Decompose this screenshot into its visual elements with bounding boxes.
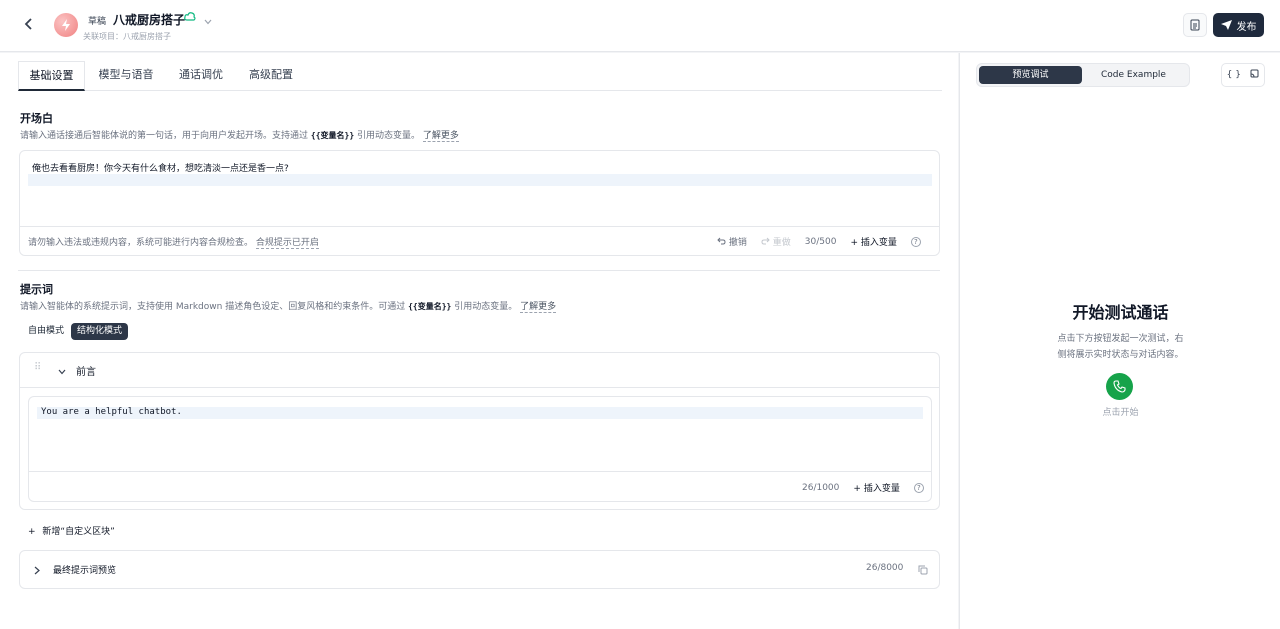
start-test-heading: 开始测试通话	[1072, 303, 1169, 322]
opening-description: 请输入通话接通后智能体说的第一句话，用于向用户发起开场。支持通过 {{变量名}}…	[20, 128, 459, 142]
undo-label: 撤销	[728, 238, 747, 248]
block-editor[interactable]: You are a helpful chatbot. 26/1000 + 插入变…	[28, 396, 932, 502]
block-text[interactable]: You are a helpful chatbot.	[41, 407, 182, 417]
preview-panel: 预览调试 Code Example { } 开始测试通话 点击下方按钮发起一次测…	[959, 53, 1280, 629]
code-braces-icon[interactable]: { }	[1227, 70, 1241, 80]
start-call-button[interactable]	[1106, 373, 1133, 400]
settings-panel: 基础设置 模型与语音 通话调优 高级配置 开场白 请输入通话接通后智能体说的第一…	[0, 53, 958, 629]
start-test-desc-2: 侧将展示实时状态与对话内容。	[1057, 350, 1184, 360]
undo-icon	[717, 237, 726, 245]
project-subtitle: 关联项目：八戒厨房搭子	[83, 32, 171, 41]
compliance-link[interactable]: 合规提示已开启	[255, 238, 319, 249]
back-icon[interactable]	[20, 16, 38, 36]
divider	[20, 226, 939, 227]
insert-variable-label: 插入变量	[863, 484, 900, 494]
send-icon	[1220, 20, 1232, 30]
var-syntax: {{变量名}}	[408, 302, 452, 311]
undo-button[interactable]: 撤销	[717, 235, 747, 248]
mode-structured[interactable]: 结构化模式	[71, 323, 129, 340]
opening-learn-more-link[interactable]: 了解更多	[422, 131, 459, 142]
opening-text[interactable]: 俺也去看看厨房！你今天有什么食材，想吃清淡一点还是香一点?	[32, 161, 289, 174]
prompt-desc-suffix: 引用动态变量。	[454, 302, 518, 312]
opening-desc-text: 请输入通话接通后智能体说的第一句话，用于向用户发起开场。支持通过	[20, 131, 309, 141]
copy-icon[interactable]	[918, 564, 928, 578]
publish-label: 发布	[1236, 21, 1257, 33]
compliance-note: 请勿输入违法或违规内容，系统可能进行内容合规检查。 合规提示已开启	[28, 235, 319, 249]
add-custom-block-button[interactable]: + 新增“自定义区块”	[28, 524, 115, 537]
opening-editor[interactable]: 俺也去看看厨房！你今天有什么食材，想吃清淡一点还是香一点? 请勿输入违法或违规内…	[19, 150, 940, 256]
prompt-block: ⠿ 前言 You are a helpful chatbot. 26/1000 …	[19, 352, 940, 510]
add-custom-block-label: 新增“自定义区块”	[42, 527, 115, 537]
tab-basic-settings[interactable]: 基础设置	[18, 61, 85, 91]
tab-call-tuning[interactable]: 通话调优	[168, 61, 234, 91]
insert-variable-label: 插入变量	[860, 238, 897, 248]
section-divider	[18, 270, 940, 271]
agent-title: 八戒厨房搭子	[113, 13, 186, 27]
panel-actions: { }	[1221, 63, 1265, 87]
plus-icon: +	[850, 238, 858, 248]
compliance-note-text: 请勿输入违法或违规内容，系统可能进行内容合规检查。	[28, 238, 254, 248]
opening-title: 开场白	[20, 112, 53, 125]
line-highlight	[28, 174, 932, 186]
prompt-desc-text: 请输入智能体的系统提示词，支持使用 Markdown 描述角色设定、回复风格和约…	[20, 302, 406, 312]
redo-button[interactable]: 重做	[761, 235, 791, 248]
draft-badge: 草稿	[88, 17, 107, 27]
mode-free[interactable]: 自由模式	[22, 323, 70, 340]
tab-code-example[interactable]: Code Example	[1082, 66, 1185, 84]
divider	[29, 471, 931, 472]
preview-title: 最终提示词预览	[53, 566, 117, 576]
redo-icon	[761, 237, 770, 245]
document-icon	[1190, 19, 1200, 31]
start-test-desc-1: 点击下方按钮发起一次测试，右	[1057, 334, 1184, 344]
final-prompt-preview[interactable]: 最终提示词预览 26/8000	[19, 550, 940, 589]
start-call-label: 点击开始	[1102, 408, 1139, 418]
tab-bar: 基础设置 模型与语音 通话调优 高级配置	[18, 61, 942, 91]
tab-preview-debug[interactable]: 预览调试	[979, 66, 1082, 84]
opening-char-count: 30/500	[804, 236, 837, 247]
var-syntax: {{变量名}}	[310, 131, 355, 140]
plus-icon: +	[28, 527, 36, 537]
chevron-down-icon[interactable]	[204, 18, 212, 28]
phone-icon	[1113, 380, 1126, 393]
tab-model-voice[interactable]: 模型与语音	[88, 61, 164, 91]
help-icon[interactable]: ?	[910, 236, 921, 247]
insert-variable-button[interactable]: + 插入变量	[853, 481, 899, 494]
redo-label: 重做	[772, 238, 791, 248]
cloud-saved-icon	[184, 12, 196, 24]
prompt-title: 提示词	[20, 283, 53, 296]
top-bar: 草稿 八戒厨房搭子 关联项目：八戒厨房搭子 发布	[0, 0, 1280, 52]
opening-toolbar: 撤销 重做 30/500 + 插入变量 ?	[717, 235, 921, 248]
block-title: 前言	[76, 367, 96, 378]
opening-desc-suffix: 引用动态变量。	[357, 131, 421, 141]
help-icon[interactable]: ?	[913, 482, 924, 493]
block-toolbar: 26/1000 + 插入变量 ?	[802, 481, 924, 494]
block-char-count: 26/1000	[802, 482, 840, 493]
drag-handle-icon[interactable]: ⠿	[34, 362, 41, 373]
divider	[20, 387, 939, 388]
plus-icon: +	[853, 484, 861, 494]
preview-tabs: 预览调试 Code Example	[976, 63, 1190, 87]
chevron-down-icon[interactable]	[58, 364, 66, 378]
insert-variable-button[interactable]: + 插入变量	[850, 235, 896, 248]
chevron-right-icon[interactable]	[34, 564, 40, 578]
preview-char-count: 26/8000	[866, 563, 904, 573]
prompt-learn-more-link[interactable]: 了解更多	[520, 302, 557, 313]
tab-advanced-config[interactable]: 高级配置	[238, 61, 304, 91]
cast-icon[interactable]	[1250, 69, 1259, 81]
document-button[interactable]	[1183, 13, 1207, 37]
bolt-icon	[62, 19, 70, 31]
prompt-description: 请输入智能体的系统提示词，支持使用 Markdown 描述角色设定、回复风格和约…	[20, 299, 557, 313]
agent-avatar	[54, 13, 78, 37]
publish-button[interactable]: 发布	[1213, 13, 1264, 37]
